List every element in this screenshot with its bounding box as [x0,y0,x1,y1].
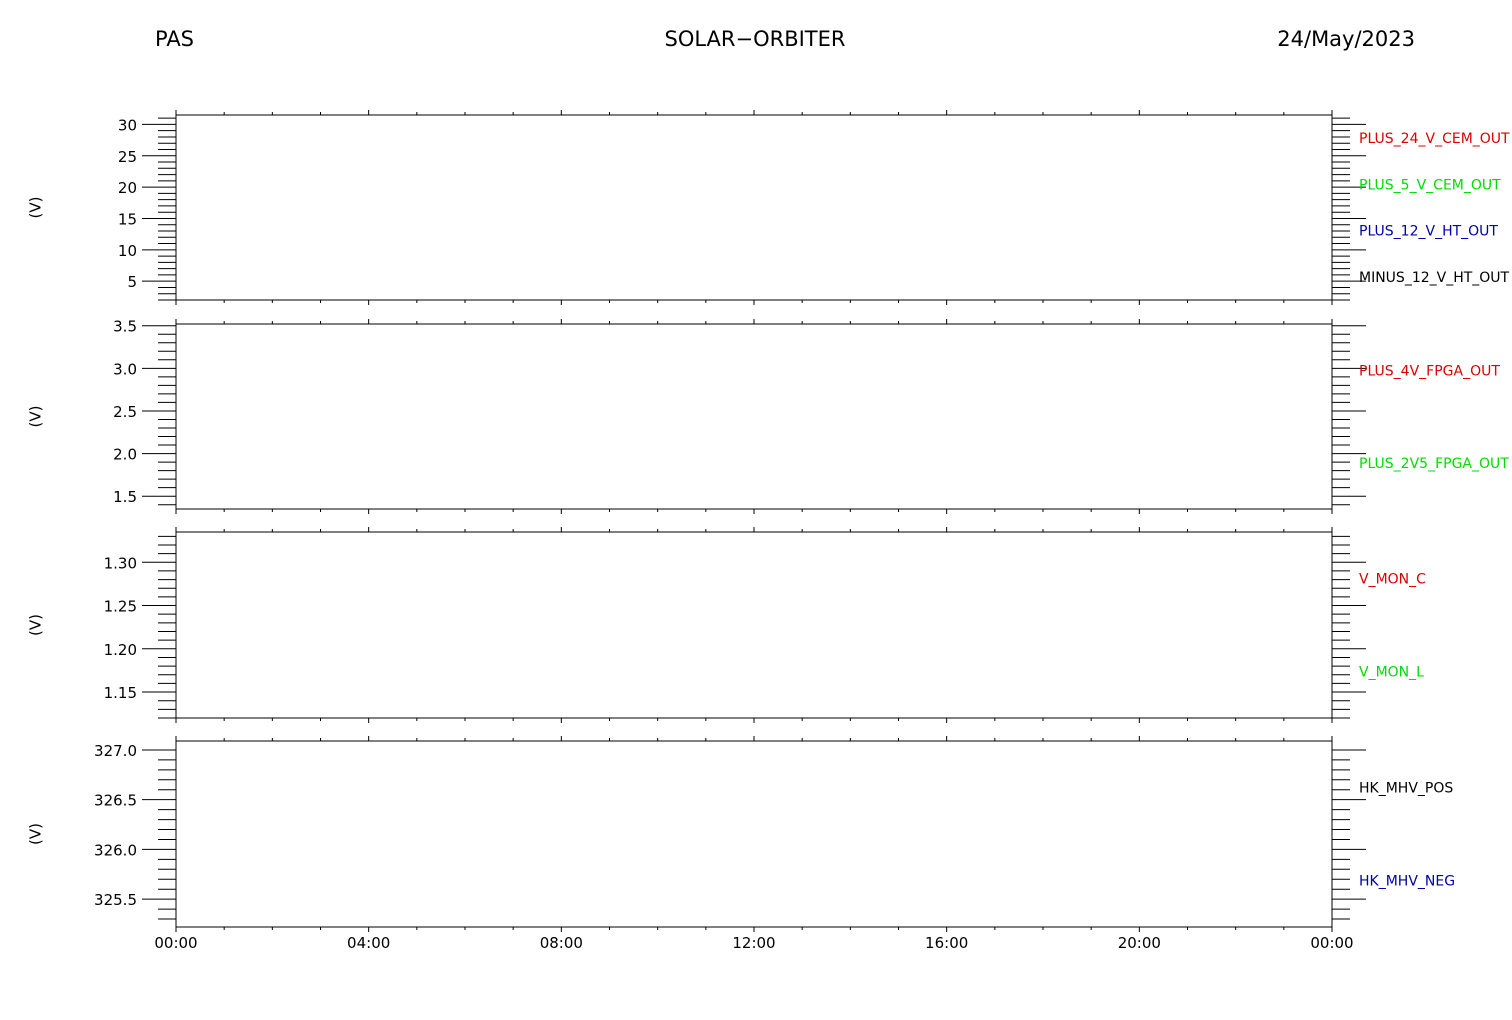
y-tick-label: 2.0 [113,446,137,464]
legend-label-v-mon-c: V_MON_C [1359,572,1426,588]
x-tick-label: 00:00 [154,934,197,952]
y-tick-label: 326.0 [94,841,137,859]
timeseries-plot: 5 10 15 20 25 30 (V) PLUS_24_V_CEM_OUT PLUS_5_V_… [27,110,1510,952]
y-tick-label: 325.5 [94,891,137,909]
x-tick-label: 04:00 [347,934,390,952]
y-tick-label: 1.25 [104,598,137,616]
y-axis-label: (V) [27,406,45,428]
legend-label-hk-mhv-pos: HK_MHV_POS [1359,781,1453,797]
y-axis-label: (V) [27,197,45,219]
legend-label-plus-24-v-cem-out: PLUS_24_V_CEM_OUT [1359,131,1510,147]
y-tick-label: 327.0 [94,742,137,760]
panel-frame [175,531,1333,719]
legend-label-plus-4v-fpga-out: PLUS_4V_FPGA_OUT [1359,363,1500,379]
legend-label-v-mon-l: V_MON_L [1359,665,1424,681]
x-tick-label: 20:00 [1118,934,1161,952]
panel-frame [175,740,1333,928]
legend-label-plus-12-v-ht-out: PLUS_12_V_HT_OUT [1359,224,1498,240]
x-tick-label: 12:00 [732,934,775,952]
y-tick-label: 20 [118,179,137,197]
legend-label-minus-12-v-ht-out: MINUS_12_V_HT_OUT [1359,270,1510,286]
y-tick-label: 1.20 [104,641,137,659]
y-tick-label: 3.0 [113,360,137,378]
x-tick-label: 00:00 [1310,934,1353,952]
y-axis-label: (V) [27,614,45,636]
x-tick-label: 08:00 [540,934,583,952]
y-tick-label: 5 [127,273,137,291]
legend-label-hk-mhv-neg: HK_MHV_NEG [1359,874,1455,890]
y-tick-label: 326.5 [94,792,137,810]
legend-label-plus-5-v-cem-out: PLUS_5_V_CEM_OUT [1359,177,1501,193]
y-axis-label: (V) [27,823,45,845]
y-tick-label: 1.5 [113,488,137,506]
x-tick-label: 16:00 [925,934,968,952]
y-tick-label: 1.30 [104,554,137,572]
y-tick-label: 3.5 [113,318,137,336]
y-tick-label: 2.5 [113,403,137,421]
panel-frame [175,323,1333,510]
y-tick-label: 1.15 [104,684,137,702]
panel-frame [175,114,1333,301]
y-tick-label: 30 [118,116,137,134]
y-tick-label: 15 [118,210,137,228]
legend-label-plus-2v5-fpga-out: PLUS_2V5_FPGA_OUT [1359,456,1509,472]
y-tick-label: 10 [118,242,137,260]
y-tick-label: 25 [118,148,137,166]
